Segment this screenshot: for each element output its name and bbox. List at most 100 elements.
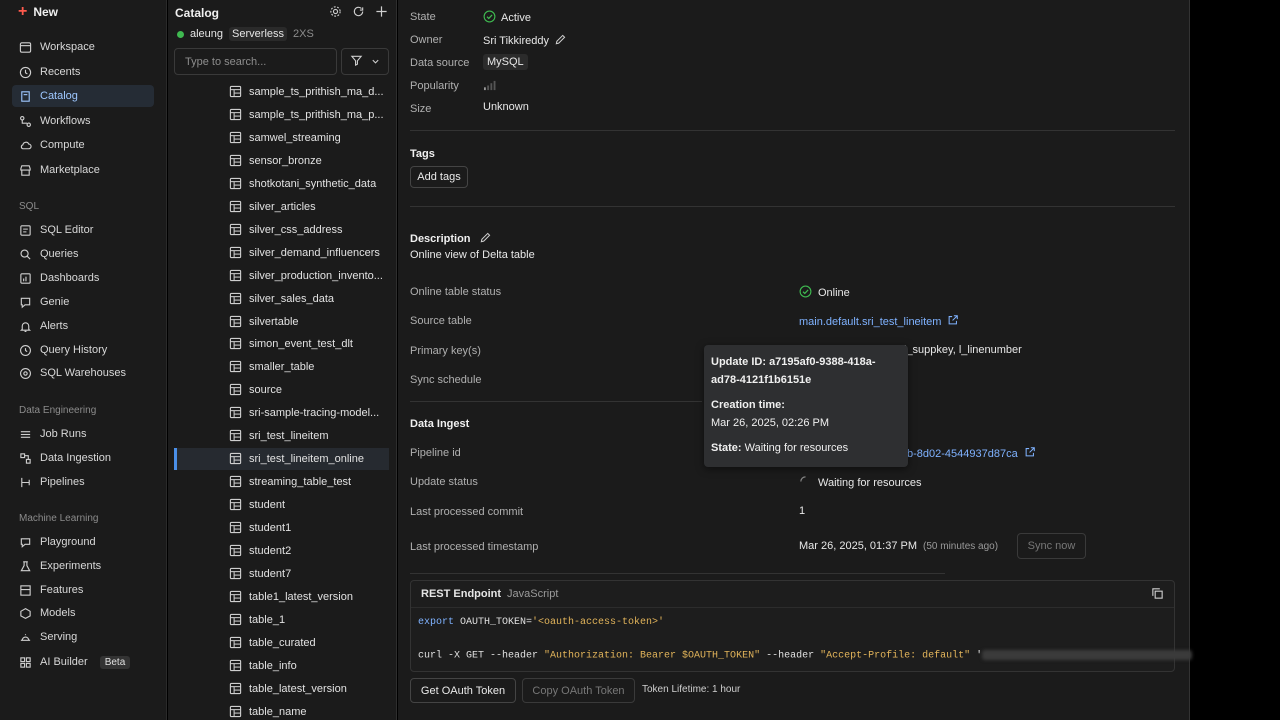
tree-item-table[interactable]: smaller_table: [174, 356, 389, 378]
owner-value: Sri Tikkireddy: [483, 33, 567, 49]
tree-item-table[interactable]: table_name: [174, 701, 389, 720]
spinner-icon: [799, 475, 812, 491]
nav-item-sql-warehouses[interactable]: SQL Warehouses: [12, 362, 154, 384]
tooltip-creation-value: Mar 26, 2025, 02:26 PM: [711, 417, 830, 429]
tree-item-table[interactable]: student2: [174, 540, 389, 562]
tree-item-label: student1: [249, 522, 292, 534]
nav-item-queries[interactable]: Queries: [12, 243, 154, 265]
store-icon: [19, 164, 32, 177]
nav-item-catalog[interactable]: Catalog: [12, 85, 154, 107]
tree-item-table[interactable]: streaming_table_test: [174, 471, 389, 493]
source-table-link[interactable]: main.default.sri_test_lineitem: [799, 314, 959, 329]
nav-item-query-history[interactable]: Query History: [12, 339, 154, 361]
table-icon: [229, 315, 242, 328]
pencil-icon[interactable]: [479, 231, 492, 247]
tree-item-table[interactable]: sensor_bronze: [174, 150, 389, 172]
nav-item-pipelines[interactable]: Pipelines: [12, 471, 154, 493]
tree-item-label: shotkotani_synthetic_data: [249, 178, 377, 190]
nav-item-ai-builder[interactable]: AI Builder Beta: [12, 651, 154, 673]
tree-item-table[interactable]: sample_ts_prithish_ma_d...: [174, 81, 389, 103]
tree-item-table[interactable]: sri_test_lineitem_online: [174, 448, 389, 470]
tree-item-table[interactable]: silver_css_address: [174, 219, 389, 241]
cluster-type: Serverless: [229, 27, 288, 41]
nav-item-playground[interactable]: Playground: [12, 531, 154, 553]
add-tags-button[interactable]: Add tags: [410, 166, 468, 188]
tree-item-table[interactable]: table_curated: [174, 632, 389, 654]
table-icon: [229, 452, 242, 465]
table-icon: [229, 636, 242, 649]
update-status-value[interactable]: Waiting for resources: [799, 475, 922, 491]
last-timestamp-label: Last processed timestamp: [410, 541, 539, 553]
nav-item-sql-editor[interactable]: SQL Editor: [12, 219, 154, 241]
tree-item-table[interactable]: source: [174, 379, 389, 401]
tree-item-label: source: [249, 384, 283, 396]
tree-item-table[interactable]: silvertable: [174, 311, 389, 333]
cluster-user: aleung: [190, 28, 224, 40]
nav-item-serving[interactable]: Serving: [12, 626, 154, 648]
check-circle-icon: [799, 285, 812, 301]
refresh-icon[interactable]: [351, 4, 365, 18]
tree-item-table[interactable]: shotkotani_synthetic_data: [174, 173, 389, 195]
tree-item-table[interactable]: table_latest_version: [174, 678, 389, 700]
tree-item-table[interactable]: student7: [174, 563, 389, 585]
nav-item-compute[interactable]: Compute: [12, 134, 154, 156]
gear-icon[interactable]: [328, 4, 342, 18]
nav-item-features[interactable]: Features: [12, 579, 154, 601]
cluster-selector[interactable]: aleung Serverless 2XS: [177, 27, 314, 41]
tree-item-table[interactable]: simon_event_test_dlt: [174, 333, 389, 355]
add-icon[interactable]: [374, 4, 388, 18]
tree-item-table[interactable]: silver_articles: [174, 196, 389, 218]
nav-item-data-ingestion[interactable]: Data Ingestion: [12, 447, 154, 469]
copy-icon[interactable]: [1151, 587, 1164, 603]
tree-item-table[interactable]: silver_production_invento...: [174, 265, 389, 287]
online-status-value: Online: [799, 285, 850, 301]
tree-item-table[interactable]: silver_sales_data: [174, 288, 389, 310]
builder-icon: [19, 656, 32, 669]
nav-item-alerts[interactable]: Alerts: [12, 315, 154, 337]
datasource-value: MySQL: [483, 54, 528, 70]
nav-item-genie[interactable]: Genie: [12, 291, 154, 313]
nav-item-workspace[interactable]: Workspace: [12, 36, 154, 58]
filter-icon: [350, 54, 363, 70]
tree-item-table[interactable]: student: [174, 494, 389, 516]
history-icon: [19, 344, 32, 357]
tree-item-table[interactable]: table1_latest_version: [174, 586, 389, 608]
tree-item-table[interactable]: student1: [174, 517, 389, 539]
divider: [410, 573, 945, 574]
nav-item-dashboards[interactable]: Dashboards: [12, 267, 154, 289]
last-commit-value: 1: [799, 505, 806, 517]
dashboard-icon: [19, 272, 32, 285]
copy-oauth-token-button[interactable]: Copy OAuth Token: [522, 678, 635, 703]
popularity-label: Popularity: [410, 80, 459, 92]
external-link-icon[interactable]: [947, 314, 959, 329]
tree-item-table[interactable]: sri-sample-tracing-model...: [174, 402, 389, 424]
tree-item-table[interactable]: sample_ts_prithish_ma_p...: [174, 104, 389, 126]
data-ingest-heading: Data Ingest: [410, 418, 470, 430]
nav-item-marketplace[interactable]: Marketplace: [12, 159, 154, 181]
nav-item-job-runs[interactable]: Job Runs: [12, 423, 154, 445]
nav-item-models[interactable]: Models: [12, 602, 154, 624]
get-oauth-token-button[interactable]: Get OAuth Token: [410, 678, 516, 703]
divider: [410, 401, 702, 402]
genie-icon: [19, 296, 32, 309]
status-dot-icon: [177, 30, 184, 38]
external-link-icon[interactable]: [1024, 446, 1036, 461]
tree-item-table[interactable]: sri_test_lineitem: [174, 425, 389, 447]
pipeline-id-link[interactable]: b-8d02-4544937d87ca: [907, 446, 1036, 461]
sync-now-button[interactable]: Sync now: [1017, 533, 1086, 559]
new-button[interactable]: + New: [18, 4, 58, 20]
pencil-icon[interactable]: [554, 33, 567, 49]
tooltip-creation-label: Creation time:: [711, 399, 785, 411]
nav-item-experiments[interactable]: Experiments: [12, 555, 154, 577]
tree-item-table[interactable]: samwel_streaming: [174, 127, 389, 149]
beta-badge: Beta: [99, 655, 131, 669]
workflows-icon: [19, 115, 32, 128]
catalog-search[interactable]: [174, 48, 337, 75]
tree-item-table[interactable]: table_1: [174, 609, 389, 631]
nav-item-workflows[interactable]: Workflows: [12, 110, 154, 132]
nav-item-recents[interactable]: Recents: [12, 61, 154, 83]
tree-item-table[interactable]: table_info: [174, 655, 389, 677]
filter-button[interactable]: [341, 48, 389, 75]
tree-item-table[interactable]: silver_demand_influencers: [174, 242, 389, 264]
catalog-search-input[interactable]: [185, 55, 325, 68]
